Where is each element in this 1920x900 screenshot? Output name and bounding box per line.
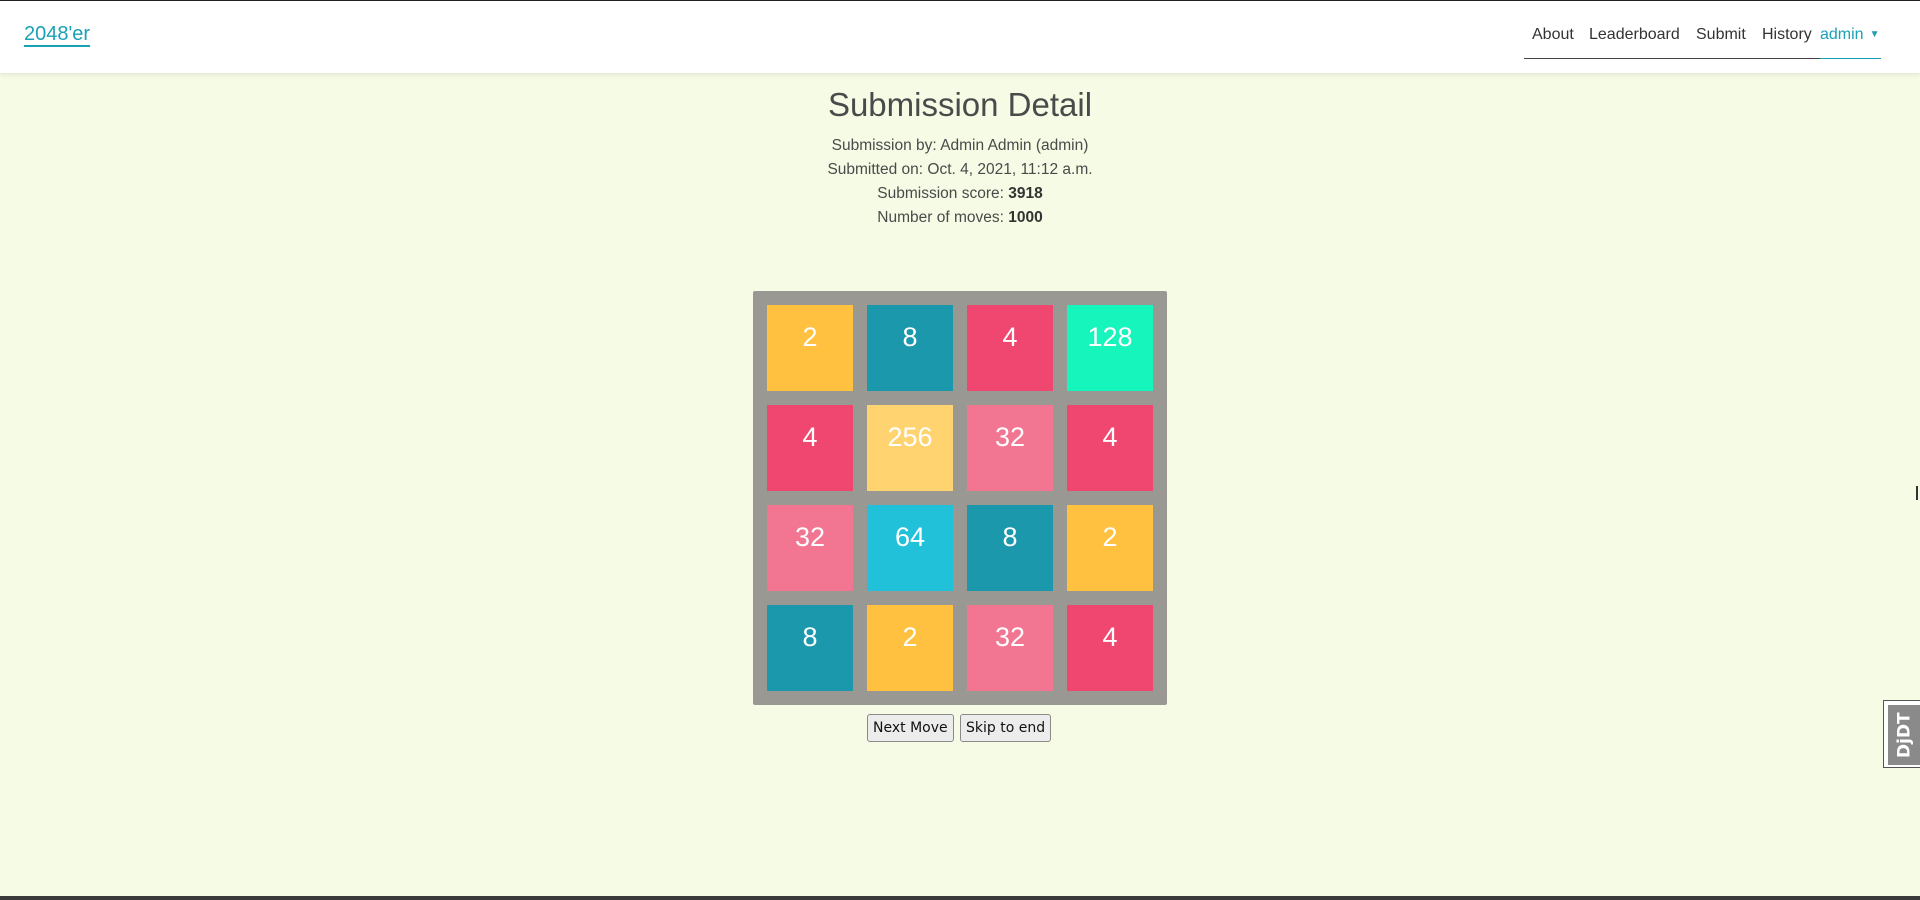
nav-history[interactable]: History xyxy=(1762,26,1812,44)
board-tile: 64 xyxy=(867,505,953,591)
nav-about[interactable]: About xyxy=(1532,26,1574,44)
user-dropdown-underline xyxy=(1820,58,1881,59)
board-tile: 8 xyxy=(767,605,853,691)
number-of-moves: Number of moves: 1000 xyxy=(0,209,1920,227)
page-title: Submission Detail xyxy=(827,86,1093,123)
nav-submit[interactable]: Submit xyxy=(1696,26,1746,44)
board-tile: 32 xyxy=(767,505,853,591)
submitted-on: Submitted on: Oct. 4, 2021, 11:12 a.m. xyxy=(0,161,1920,179)
navbar: 2048'er About Leaderboard Submit History… xyxy=(0,1,1920,73)
debug-toolbar-label: DjDT xyxy=(1888,705,1920,765)
board-tile: 2 xyxy=(867,605,953,691)
board-tile: 256 xyxy=(867,405,953,491)
number-of-moves-value: 1000 xyxy=(1008,209,1043,226)
submission-by-value: Admin Admin (admin) xyxy=(940,137,1089,154)
board-tile: 4 xyxy=(967,305,1053,391)
user-dropdown-label: admin xyxy=(1820,26,1864,43)
brand-link[interactable]: 2048'er xyxy=(24,23,90,46)
board-tile: 8 xyxy=(967,505,1053,591)
nav-leaderboard[interactable]: Leaderboard xyxy=(1589,26,1680,44)
board-tile: 8 xyxy=(867,305,953,391)
nav-underline xyxy=(1524,58,1820,59)
board-tile: 32 xyxy=(967,605,1053,691)
board-tile: 4 xyxy=(1067,605,1153,691)
board-tile: 2 xyxy=(1067,505,1153,591)
submission-by: Submission by: Admin Admin (admin) xyxy=(0,137,1920,155)
board-tile: 32 xyxy=(967,405,1053,491)
submission-score: Submission score: 3918 xyxy=(0,185,1920,203)
user-dropdown[interactable]: admin ▼ xyxy=(1820,26,1879,44)
submitted-on-value: Oct. 4, 2021, 11:12 a.m. xyxy=(927,161,1093,178)
submission-score-label: Submission score: xyxy=(877,185,1004,202)
game-board: 2 8 4 128 4 256 32 4 32 64 8 2 8 2 32 4 xyxy=(753,291,1167,705)
taskbar xyxy=(0,896,1920,900)
submission-by-label: Submission by: xyxy=(831,137,937,154)
board-tile: 2 xyxy=(767,305,853,391)
caret-down-icon: ▼ xyxy=(1869,29,1880,40)
next-move-button[interactable]: Next Move xyxy=(867,714,954,742)
submission-score-value: 3918 xyxy=(1008,185,1043,202)
board-tile: 4 xyxy=(767,405,853,491)
debug-toolbar-handle[interactable]: DjDT xyxy=(1883,700,1920,768)
skip-to-end-button[interactable]: Skip to end xyxy=(960,714,1052,742)
board-tile: 128 xyxy=(1067,305,1153,391)
number-of-moves-label: Number of moves: xyxy=(877,209,1004,226)
submitted-on-label: Submitted on: xyxy=(827,161,924,178)
text-cursor-icon xyxy=(1916,486,1918,500)
board-tile: 4 xyxy=(1067,405,1153,491)
